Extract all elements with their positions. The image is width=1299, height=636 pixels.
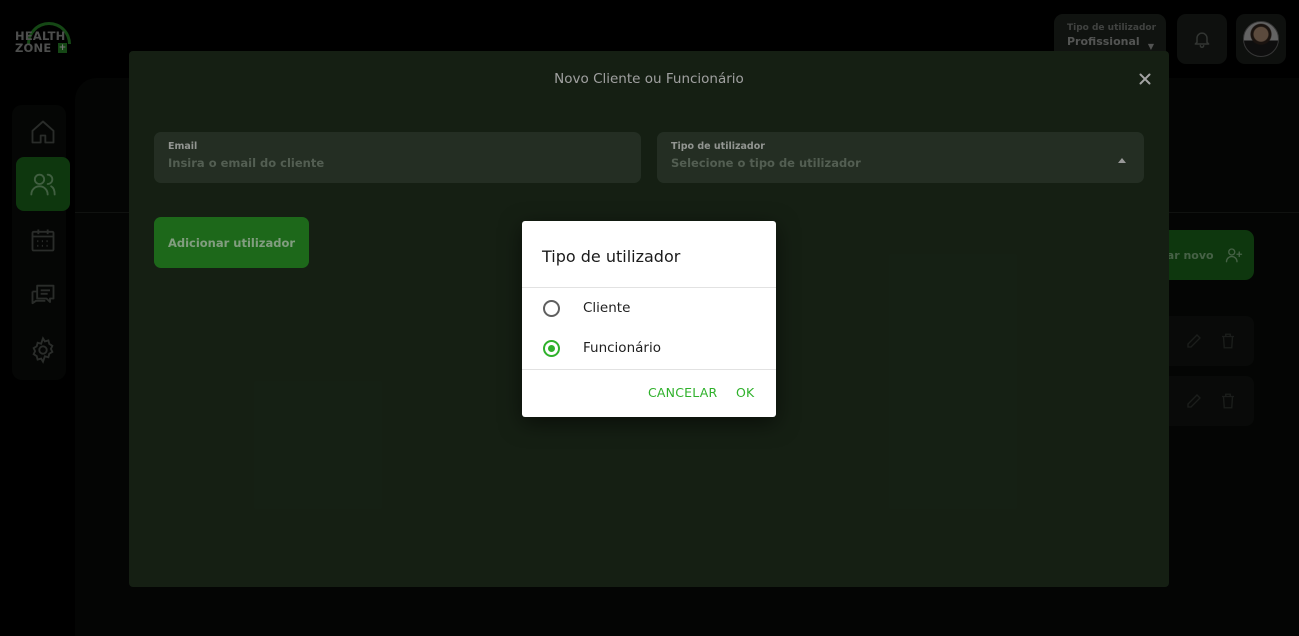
radio-checked-icon[interactable] — [543, 340, 560, 357]
cancel-button[interactable]: CANCELAR — [648, 385, 717, 400]
dialog-title: Tipo de utilizador — [542, 247, 681, 266]
option-label: Funcionário — [583, 340, 661, 356]
option-label: Cliente — [583, 300, 631, 316]
divider — [522, 369, 776, 370]
radio-unchecked-icon[interactable] — [543, 300, 560, 317]
ok-button[interactable]: OK — [736, 385, 754, 400]
option-cliente[interactable]: Cliente — [522, 288, 776, 328]
option-funcionario[interactable]: Funcionário — [522, 328, 776, 368]
user-type-dialog: Tipo de utilizador Cliente Funcionário C… — [522, 221, 776, 417]
